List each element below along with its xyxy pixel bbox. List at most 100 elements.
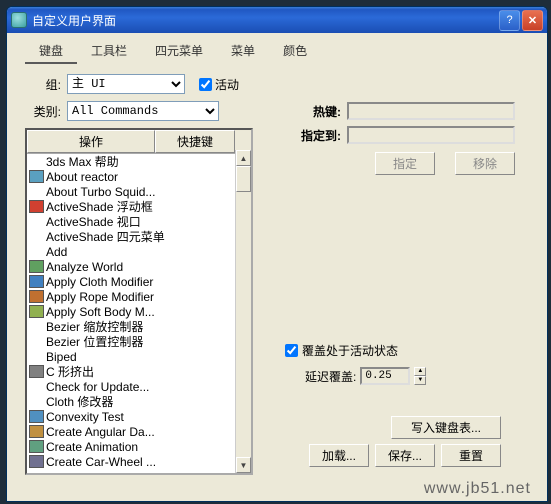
scroll-down-icon[interactable]: ▼ xyxy=(236,457,251,473)
list-item[interactable]: Add xyxy=(27,244,251,259)
category-select[interactable]: All Commands xyxy=(67,101,219,121)
list-item[interactable]: Create Angular Da... xyxy=(27,424,251,439)
assigned-label: 指定到: xyxy=(285,127,341,144)
tab-color[interactable]: 颜色 xyxy=(269,39,321,64)
list-item[interactable]: Apply Rope Modifier xyxy=(27,289,251,304)
item-text: Apply Rope Modifier xyxy=(46,290,154,304)
header-action[interactable]: 操作 xyxy=(27,130,155,153)
item-text: ActiveShade 四元菜单 xyxy=(46,228,165,245)
delay-input[interactable] xyxy=(360,367,410,385)
action-list[interactable]: 操作 快捷键 3ds Max 帮助About reactorAbout Turb… xyxy=(25,128,253,475)
assign-button[interactable]: 指定 xyxy=(375,152,435,175)
item-icon xyxy=(29,185,44,198)
tab-keyboard[interactable]: 键盘 xyxy=(25,39,77,64)
list-item[interactable]: Convexity Test xyxy=(27,409,251,424)
spin-up-icon[interactable]: ▲ xyxy=(414,367,426,376)
list-item[interactable]: Check for Update... xyxy=(27,379,251,394)
active-checkbox[interactable] xyxy=(199,78,212,91)
list-item[interactable]: ActiveShade 视口 xyxy=(27,214,251,229)
group-select[interactable]: 主 UI xyxy=(67,74,185,94)
dialog-window: 自定义用户界面 ? ✕ 键盘 工具栏 四元菜单 菜单 颜色 组: 主 UI 活动… xyxy=(6,6,548,502)
item-icon xyxy=(29,440,44,453)
list-header: 操作 快捷键 xyxy=(27,130,251,154)
item-text: C 形挤出 xyxy=(46,363,94,380)
item-icon xyxy=(29,380,44,393)
item-icon xyxy=(29,455,44,468)
overwrite-label: 覆盖处于活动状态 xyxy=(302,342,398,359)
item-icon xyxy=(29,425,44,438)
item-icon xyxy=(29,320,44,333)
delay-label: 延迟覆盖: xyxy=(305,368,356,385)
item-text: Create Car-Wheel ... xyxy=(46,455,156,469)
tab-toolbar[interactable]: 工具栏 xyxy=(77,39,141,64)
save-button[interactable]: 保存... xyxy=(375,444,435,467)
item-text: Add xyxy=(46,245,67,259)
item-text: Analyze World xyxy=(46,260,123,274)
item-text: Convexity Test xyxy=(46,410,124,424)
item-icon xyxy=(29,200,44,213)
item-icon xyxy=(29,365,44,378)
category-label: 类别: xyxy=(25,103,61,120)
close-button[interactable]: ✕ xyxy=(522,10,543,31)
item-text: Check for Update... xyxy=(46,380,149,394)
item-icon xyxy=(29,290,44,303)
item-text: About Turbo Squid... xyxy=(46,185,155,199)
list-item[interactable]: Apply Cloth Modifier xyxy=(27,274,251,289)
scroll-thumb[interactable] xyxy=(236,166,251,192)
item-icon xyxy=(29,230,44,243)
scrollbar[interactable]: ▲ ▼ xyxy=(235,150,251,473)
tab-strip: 键盘 工具栏 四元菜单 菜单 颜色 xyxy=(7,33,547,64)
list-item[interactable]: 3ds Max 帮助 xyxy=(27,154,251,169)
tab-quad[interactable]: 四元菜单 xyxy=(141,39,217,64)
header-shortcut[interactable]: 快捷键 xyxy=(155,130,235,153)
load-button[interactable]: 加载... xyxy=(309,444,369,467)
item-icon xyxy=(29,410,44,423)
list-item[interactable]: Cloth 修改器 xyxy=(27,394,251,409)
active-label: 活动 xyxy=(215,76,239,93)
group-label: 组: xyxy=(25,76,61,93)
item-text: Create Animation xyxy=(46,440,138,454)
list-item[interactable]: Apply Soft Body M... xyxy=(27,304,251,319)
item-text: Apply Cloth Modifier xyxy=(46,275,153,289)
reset-button[interactable]: 重置 xyxy=(441,444,501,467)
write-table-button[interactable]: 写入键盘表... xyxy=(391,416,501,439)
item-icon xyxy=(29,275,44,288)
list-item[interactable]: Create Car-Wheel ... xyxy=(27,454,251,469)
item-text: Cloth 修改器 xyxy=(46,393,113,410)
item-icon xyxy=(29,170,44,183)
item-icon xyxy=(29,260,44,273)
list-item[interactable]: Analyze World xyxy=(27,259,251,274)
overwrite-checkbox[interactable] xyxy=(285,344,298,357)
watermark: www.jb51.net xyxy=(424,480,531,498)
list-item[interactable]: Bezier 位置控制器 xyxy=(27,334,251,349)
hotkey-input[interactable] xyxy=(347,102,515,120)
item-icon xyxy=(29,395,44,408)
item-text: Create Angular Da... xyxy=(46,425,155,439)
help-button[interactable]: ? xyxy=(499,10,520,31)
item-icon xyxy=(29,335,44,348)
assigned-display xyxy=(347,126,515,144)
list-item[interactable]: Bezier 缩放控制器 xyxy=(27,319,251,334)
list-item[interactable]: About reactor xyxy=(27,169,251,184)
remove-button[interactable]: 移除 xyxy=(455,152,515,175)
item-text: Bezier 位置控制器 xyxy=(46,333,143,350)
item-text: Biped xyxy=(46,350,77,364)
list-item[interactable]: C 形挤出 xyxy=(27,364,251,379)
titlebar[interactable]: 自定义用户界面 ? ✕ xyxy=(7,7,547,33)
item-icon xyxy=(29,155,44,168)
list-item[interactable]: Biped xyxy=(27,349,251,364)
hotkey-label: 热键: xyxy=(285,103,341,120)
list-item[interactable]: About Turbo Squid... xyxy=(27,184,251,199)
tab-menu[interactable]: 菜单 xyxy=(217,39,269,64)
spin-down-icon[interactable]: ▼ xyxy=(414,376,426,385)
item-icon xyxy=(29,215,44,228)
item-text: About reactor xyxy=(46,170,118,184)
app-icon xyxy=(11,12,27,28)
list-item[interactable]: ActiveShade 四元菜单 xyxy=(27,229,251,244)
item-text: Apply Soft Body M... xyxy=(46,305,155,319)
scroll-up-icon[interactable]: ▲ xyxy=(236,150,251,166)
item-icon xyxy=(29,305,44,318)
list-item[interactable]: Create Animation xyxy=(27,439,251,454)
list-item[interactable]: ActiveShade 浮动框 xyxy=(27,199,251,214)
item-icon xyxy=(29,245,44,258)
